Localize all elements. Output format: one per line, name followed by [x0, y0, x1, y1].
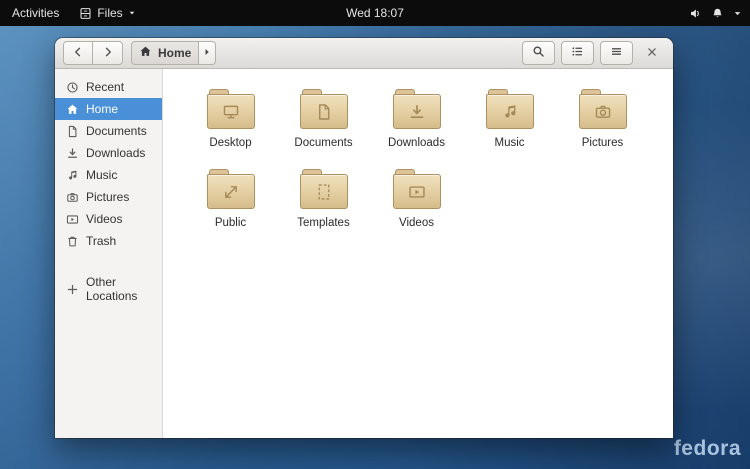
sidebar-item-label: Home	[86, 102, 118, 116]
folder-public[interactable]: Public	[184, 164, 277, 229]
folder-icon	[393, 89, 441, 129]
desktop-emblem-icon	[222, 103, 240, 121]
template-emblem-icon	[315, 183, 333, 201]
content-area: Desktop Documents Downloads Music Pictures Pu…	[163, 69, 673, 438]
search-button[interactable]	[522, 41, 555, 65]
headerbar-actions	[522, 41, 665, 65]
sidebar-item-label: Trash	[86, 234, 116, 248]
volume-icon[interactable]	[689, 7, 702, 20]
sidebar-item-recent[interactable]: Recent	[55, 76, 162, 98]
sidebar-item-label: Recent	[86, 80, 124, 94]
forward-button[interactable]	[93, 41, 123, 65]
folder-icon	[300, 89, 348, 129]
list-view-icon	[571, 45, 584, 61]
file-grid: Desktop Documents Downloads Music Pictures Pu…	[184, 84, 673, 229]
download-emblem-icon	[408, 103, 426, 121]
folder-label: Pictures	[582, 137, 624, 149]
sidebar-item-downloads[interactable]: Downloads	[55, 142, 162, 164]
notifications-bell-icon[interactable]	[711, 7, 724, 20]
home-icon	[66, 103, 79, 116]
folder-label: Templates	[297, 217, 349, 229]
folder-label: Public	[215, 217, 246, 229]
sidebar-item-videos[interactable]: Videos	[55, 208, 162, 230]
trash-icon	[66, 235, 79, 248]
folder-label: Desktop	[209, 137, 251, 149]
path-expander-button[interactable]	[199, 41, 216, 65]
nav-button-group	[63, 41, 123, 65]
folder-desktop[interactable]: Desktop	[184, 84, 277, 149]
back-icon	[72, 46, 84, 61]
folder-pictures[interactable]: Pictures	[556, 84, 649, 149]
hamburger-icon	[610, 45, 623, 61]
sidebar-item-other-locations[interactable]: Other Locations	[55, 271, 162, 307]
sidebar-item-trash[interactable]: Trash	[55, 230, 162, 252]
sidebar-item-label: Videos	[86, 212, 122, 226]
sidebar-item-label: Music	[86, 168, 117, 182]
forward-icon	[102, 46, 114, 61]
folder-label: Music	[494, 137, 524, 149]
app-menu-label: Files	[97, 6, 122, 20]
folder-icon	[207, 89, 255, 129]
caret-right-icon	[202, 46, 212, 60]
path-button-home[interactable]: Home	[131, 41, 199, 65]
sidebar-item-label: Downloads	[86, 146, 145, 160]
camera-emblem-icon	[594, 103, 612, 121]
folder-label: Documents	[294, 137, 352, 149]
clock[interactable]: Wed 18:07	[346, 6, 404, 20]
folder-icon	[486, 89, 534, 129]
view-toggle-button[interactable]	[561, 41, 594, 65]
window-body: Recent Home Documents Downloads Music Picture…	[55, 69, 673, 438]
recent-icon	[66, 81, 79, 94]
folder-icon	[579, 89, 627, 129]
video-emblem-icon	[408, 183, 426, 201]
sidebar-item-label: Documents	[86, 124, 147, 138]
download-icon	[66, 147, 79, 160]
files-app-icon	[79, 7, 92, 20]
files-window: Home Recent Home Documents Downloads Music Pi…	[55, 38, 673, 438]
sidebar-item-music[interactable]: Music	[55, 164, 162, 186]
activities-button[interactable]: Activities	[0, 0, 71, 26]
sidebar-item-label: Other Locations	[86, 275, 156, 303]
folder-icon	[393, 169, 441, 209]
home-icon	[139, 45, 152, 61]
camera-icon	[66, 191, 79, 204]
document-emblem-icon	[315, 103, 333, 121]
sidebar-item-label: Pictures	[86, 190, 129, 204]
sidebar: Recent Home Documents Downloads Music Picture…	[55, 69, 163, 438]
fedora-wallpaper-logo: fedora	[674, 437, 741, 461]
system-status-area[interactable]	[689, 0, 742, 26]
folder-downloads[interactable]: Downloads	[370, 84, 463, 149]
document-icon	[66, 125, 79, 138]
folder-videos[interactable]: Videos	[370, 164, 463, 229]
sidebar-item-pictures[interactable]: Pictures	[55, 186, 162, 208]
close-icon	[646, 46, 658, 61]
back-button[interactable]	[63, 41, 93, 65]
caret-down-icon	[128, 9, 136, 17]
headerbar: Home	[55, 38, 673, 69]
sidebar-list: Recent Home Documents Downloads Music Picture…	[55, 76, 162, 307]
search-icon	[532, 45, 545, 61]
folder-icon	[207, 169, 255, 209]
music-icon	[66, 169, 79, 182]
video-icon	[66, 213, 79, 226]
path-bar: Home	[131, 41, 216, 65]
sidebar-item-documents[interactable]: Documents	[55, 120, 162, 142]
app-menu-button[interactable]: Files	[71, 0, 143, 26]
share-emblem-icon	[222, 183, 240, 201]
system-menu-caret-icon[interactable]	[733, 9, 742, 18]
folder-icon	[300, 169, 348, 209]
folder-templates[interactable]: Templates	[277, 164, 370, 229]
top-bar: Activities Files Wed 18:07	[0, 0, 750, 26]
path-label: Home	[158, 46, 191, 60]
folder-label: Downloads	[388, 137, 445, 149]
close-button[interactable]	[639, 41, 665, 65]
menu-button[interactable]	[600, 41, 633, 65]
folder-label: Videos	[399, 217, 434, 229]
music-emblem-icon	[501, 103, 519, 121]
plus-icon	[66, 283, 79, 296]
folder-documents[interactable]: Documents	[277, 84, 370, 149]
sidebar-item-home[interactable]: Home	[55, 98, 162, 120]
folder-music[interactable]: Music	[463, 84, 556, 149]
